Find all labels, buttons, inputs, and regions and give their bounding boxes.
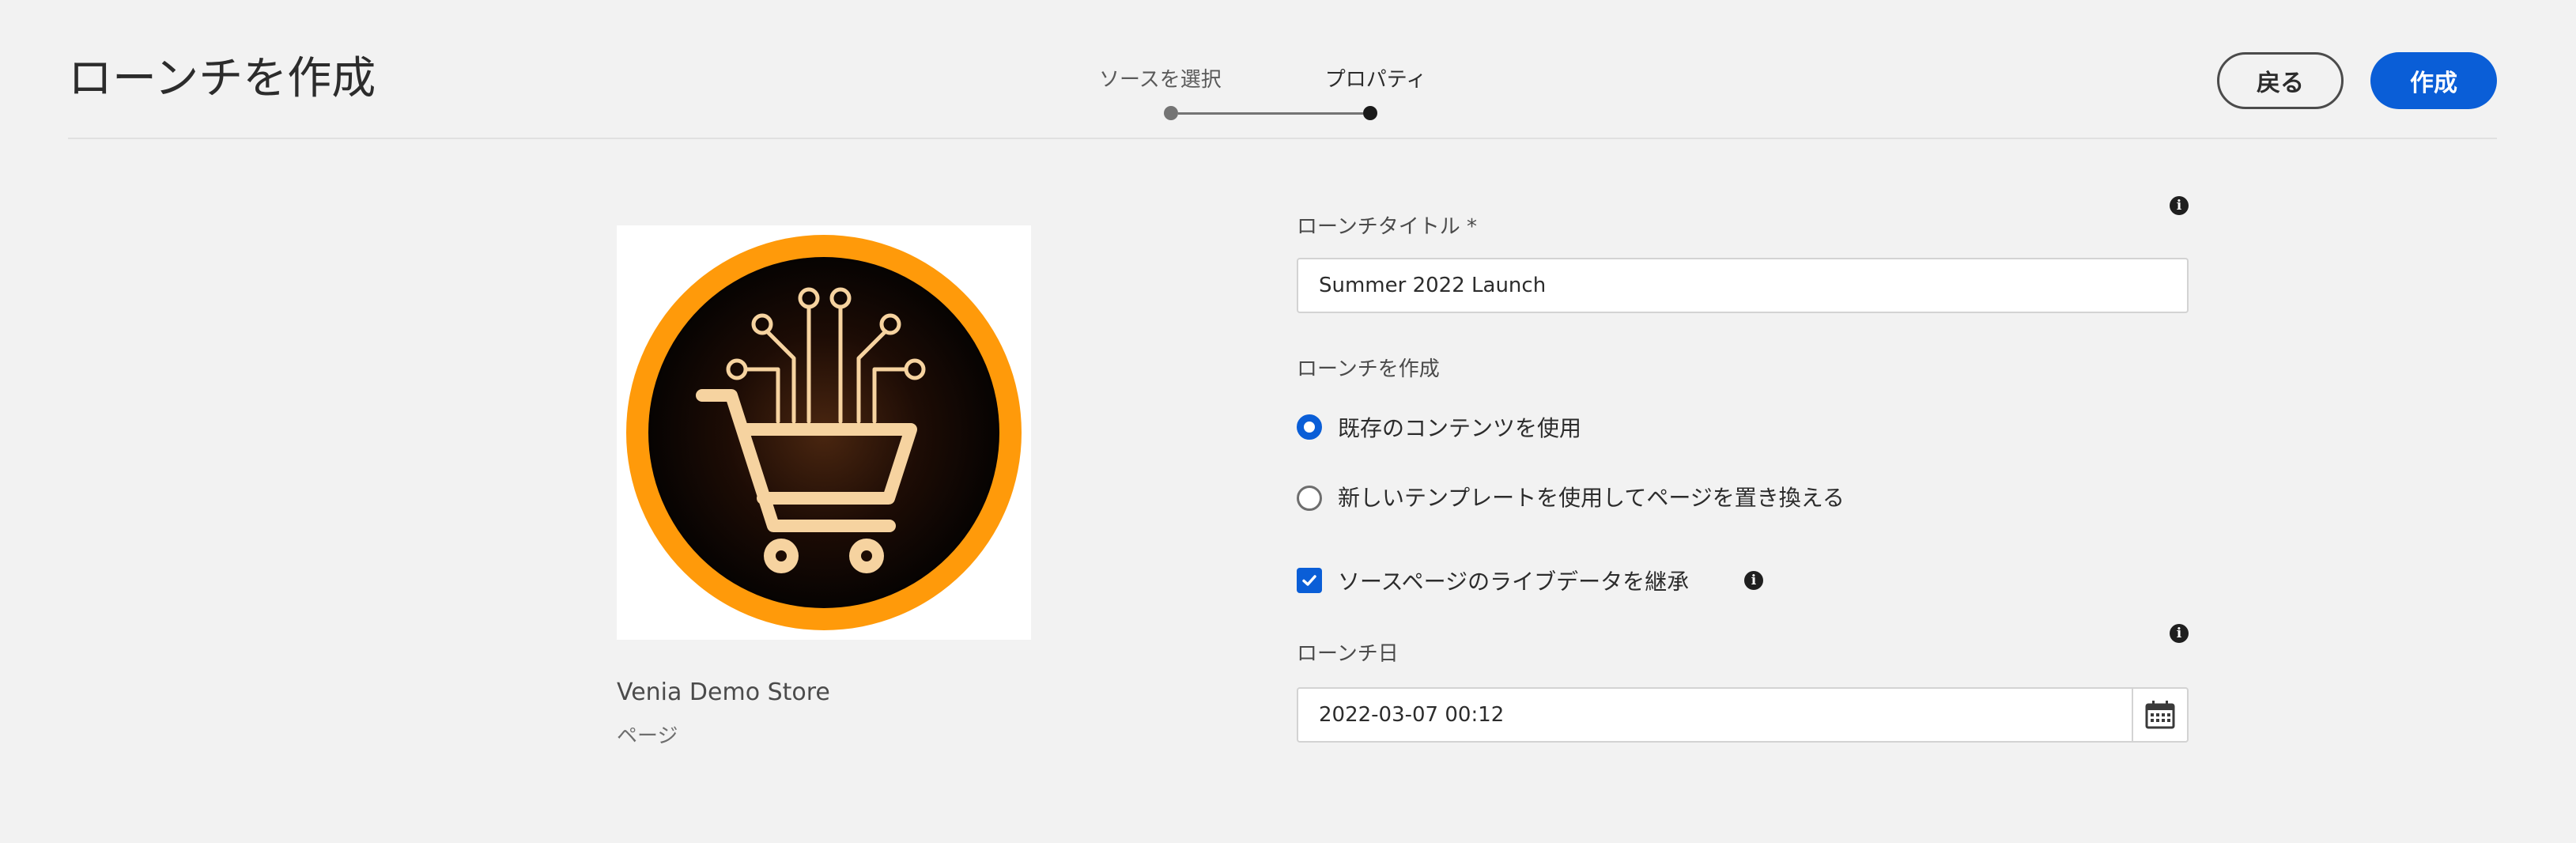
step-select-source[interactable]: ソースを選択 [1099,63,1222,93]
info-icon[interactable]: i [2170,196,2189,215]
header-divider [68,138,2497,139]
calendar-icon [2145,701,2175,729]
back-button[interactable]: 戻る [2217,52,2344,109]
radio-replace-with-template[interactable] [1297,486,1322,511]
inherit-live-data-label: ソースページのライブデータを継承 [1338,569,1690,595]
wizard-stepper: ソースを選択 プロパティ [1099,63,1426,127]
launch-date-label: ローンチ日 [1297,642,1399,666]
step-label: ソースを選択 [1099,68,1222,92]
step-connector [1178,112,1363,115]
step-properties[interactable]: プロパティ [1320,63,1431,93]
option-label: 新しいテンプレートを使用してページを置き換える [1338,485,1845,511]
launch-date-input[interactable]: 2022-03-07 00:12 [1297,687,2133,743]
step-label: プロパティ [1324,68,1427,92]
source-name: Venia Demo Store [617,679,830,706]
create-launch-label: ローンチを作成 [1297,357,1440,381]
checkmark-icon [1302,575,1316,586]
option-label: 既存のコンテンツを使用 [1338,415,1582,441]
step-dot-current [1363,106,1377,120]
launch-title-input[interactable]: Summer 2022 Launch [1297,258,2189,313]
inherit-live-data-checkbox[interactable] [1297,568,1322,593]
step-dot-completed [1164,106,1178,120]
create-button[interactable]: 作成 [2370,52,2497,109]
info-icon[interactable]: i [2170,624,2189,643]
info-icon[interactable]: i [1744,571,1763,590]
shopping-cart-logo [626,235,1022,630]
calendar-button[interactable] [2132,687,2189,743]
radio-use-existing-content[interactable] [1297,414,1322,440]
page-title: ローンチを作成 [68,53,376,104]
source-type: ページ [617,724,678,748]
source-thumbnail [617,225,1031,640]
launch-title-label: ローンチタイトル * [1297,215,1477,239]
